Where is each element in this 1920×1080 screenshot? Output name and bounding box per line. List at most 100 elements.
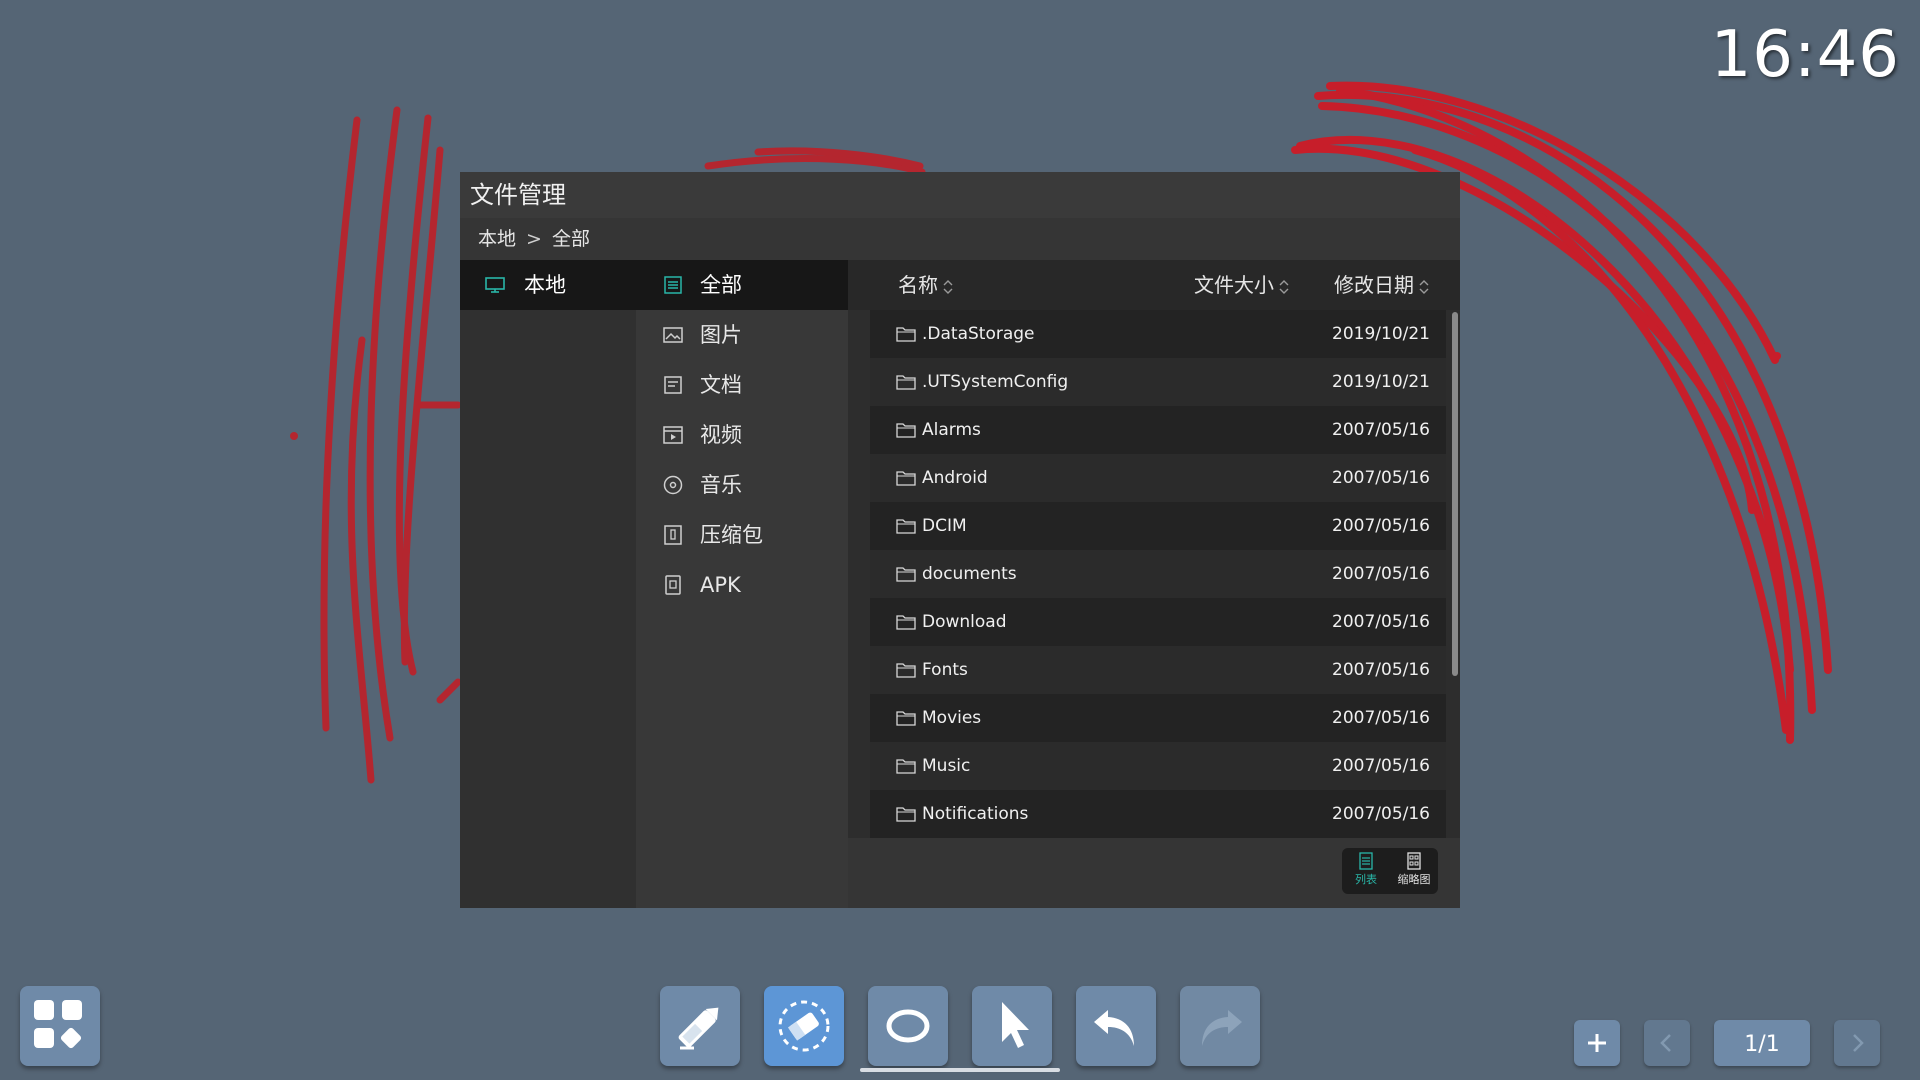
chevron-left-icon: [1660, 1034, 1671, 1052]
file-name: .DataStorage: [922, 324, 1035, 344]
category-item-apk[interactable]: APK: [636, 560, 848, 610]
sort-icon: [943, 279, 953, 294]
prev-page-button[interactable]: [1644, 1020, 1690, 1066]
file-row[interactable]: .UTSystemConfig 2019/10/21: [870, 358, 1446, 406]
column-header-name[interactable]: 名称: [898, 260, 954, 310]
file-list-scrollbar[interactable]: [1452, 312, 1458, 676]
music-icon: [663, 475, 683, 495]
all-files-icon: [664, 276, 682, 294]
file-row[interactable]: Android 2007/05/16: [870, 454, 1446, 502]
thumbnail-view-button[interactable]: 缩略图: [1390, 848, 1438, 894]
file-row[interactable]: Music 2007/05/16: [870, 742, 1446, 790]
file-row[interactable]: Notifications 2007/05/16: [870, 790, 1446, 838]
file-list-header: 名称 文件大小 修改日期: [848, 260, 1460, 310]
column-size-label: 文件大小: [1194, 273, 1274, 297]
folder-icon: [896, 759, 916, 774]
file-date: 2007/05/16: [1332, 708, 1430, 728]
location-label: 本地: [524, 273, 566, 297]
location-item-local[interactable]: 本地: [460, 260, 636, 310]
category-label: 文档: [700, 373, 742, 397]
folder-icon: [896, 807, 916, 822]
file-list[interactable]: .DataStorage 2019/10/21 .UTSystemConfig 201…: [870, 310, 1446, 838]
sort-icon: [1419, 279, 1429, 294]
breadcrumb-root[interactable]: 本地: [478, 228, 516, 250]
file-row[interactable]: documents 2007/05/16: [870, 550, 1446, 598]
file-date: 2019/10/21: [1332, 324, 1430, 344]
folder-icon: [896, 663, 916, 678]
category-list: 全部 图片 文档 视频 音乐 压缩包 APK: [636, 260, 848, 908]
clock: 16:46: [1710, 18, 1900, 92]
file-date: 2007/05/16: [1332, 516, 1430, 536]
pen-icon: [678, 1007, 719, 1050]
column-date-label: 修改日期: [1334, 273, 1414, 297]
video-icon: [663, 426, 683, 444]
column-header-date[interactable]: 修改日期: [1334, 260, 1430, 310]
category-item-videos[interactable]: 视频: [636, 410, 848, 460]
file-date: 2007/05/16: [1332, 468, 1430, 488]
file-name: Alarms: [922, 420, 981, 440]
pen-tool-button[interactable]: [660, 986, 740, 1066]
add-page-button[interactable]: [1574, 1020, 1620, 1066]
file-manager-window: 文件管理 本地 > 全部 本地 全部 图片 文档 视频 音乐 压缩包 APK 名…: [460, 172, 1460, 908]
folder-icon: [896, 519, 916, 534]
undo-button[interactable]: [1076, 986, 1156, 1066]
breadcrumb: 本地 > 全部: [460, 218, 1460, 260]
file-name: documents: [922, 564, 1017, 584]
category-item-music[interactable]: 音乐: [636, 460, 848, 510]
archive-icon: [664, 525, 682, 545]
shape-tool-button[interactable]: [868, 986, 948, 1066]
category-item-images[interactable]: 图片: [636, 310, 848, 360]
sort-icon: [1279, 279, 1289, 294]
redo-button[interactable]: [1180, 986, 1260, 1066]
apps-menu-button[interactable]: [20, 986, 100, 1066]
list-view-icon: [1359, 852, 1373, 870]
list-view-button[interactable]: 列表: [1342, 848, 1390, 894]
whiteboard-canvas[interactable]: 16:46 文件管理 本地 > 全部 本地 全部 图片 文档 视频 音乐 压缩包…: [0, 0, 1920, 1080]
column-header-size[interactable]: 文件大小: [1194, 260, 1290, 310]
file-date: 2007/05/16: [1332, 804, 1430, 824]
ink-stroke: [366, 106, 401, 742]
breadcrumb-current: 全部: [551, 228, 590, 250]
next-page-button[interactable]: [1834, 1020, 1880, 1066]
category-label: 全部: [700, 273, 742, 297]
file-name: DCIM: [922, 516, 967, 536]
document-icon: [664, 376, 682, 394]
category-label: APK: [700, 573, 741, 597]
file-row[interactable]: Movies 2007/05/16: [870, 694, 1446, 742]
redo-icon: [1202, 1010, 1242, 1046]
file-row[interactable]: Fonts 2007/05/16: [870, 646, 1446, 694]
file-date: 2007/05/16: [1332, 660, 1430, 680]
category-item-archives[interactable]: 压缩包: [636, 510, 848, 560]
thumbnail-view-label: 缩略图: [1397, 873, 1431, 886]
file-row[interactable]: Alarms 2007/05/16: [870, 406, 1446, 454]
page-indicator: 1/1: [1714, 1020, 1810, 1066]
location-sidebar: 本地: [460, 260, 636, 908]
folder-icon: [896, 471, 916, 486]
eraser-tool-button[interactable]: [764, 986, 844, 1066]
eraser-icon: [778, 1000, 830, 1052]
file-list-footer: 列表 缩略图: [848, 838, 1460, 908]
category-item-all[interactable]: 全部: [636, 260, 848, 310]
category-label: 压缩包: [700, 523, 763, 547]
file-date: 2007/05/16: [1332, 564, 1430, 584]
image-icon: [663, 327, 683, 343]
file-name: Download: [922, 612, 1007, 632]
file-name: Notifications: [922, 804, 1029, 824]
category-item-documents[interactable]: 文档: [636, 360, 848, 410]
file-row[interactable]: DCIM 2007/05/16: [870, 502, 1446, 550]
file-name: Movies: [922, 708, 982, 728]
folder-icon: [896, 375, 916, 390]
file-row[interactable]: Download 2007/05/16: [870, 598, 1446, 646]
file-row[interactable]: .DataStorage 2019/10/21: [870, 310, 1446, 358]
category-label: 音乐: [700, 473, 742, 497]
select-tool-button[interactable]: [972, 986, 1052, 1066]
folder-icon: [896, 327, 916, 342]
column-name-label: 名称: [898, 273, 938, 297]
select-icon: [1002, 1002, 1029, 1048]
folder-icon: [896, 423, 916, 438]
category-label: 图片: [700, 323, 742, 347]
ink-dot: [1773, 352, 1781, 360]
apps-grid-icon: [34, 1000, 82, 1049]
ink-stroke: [436, 678, 462, 704]
file-name: Android: [922, 468, 988, 488]
